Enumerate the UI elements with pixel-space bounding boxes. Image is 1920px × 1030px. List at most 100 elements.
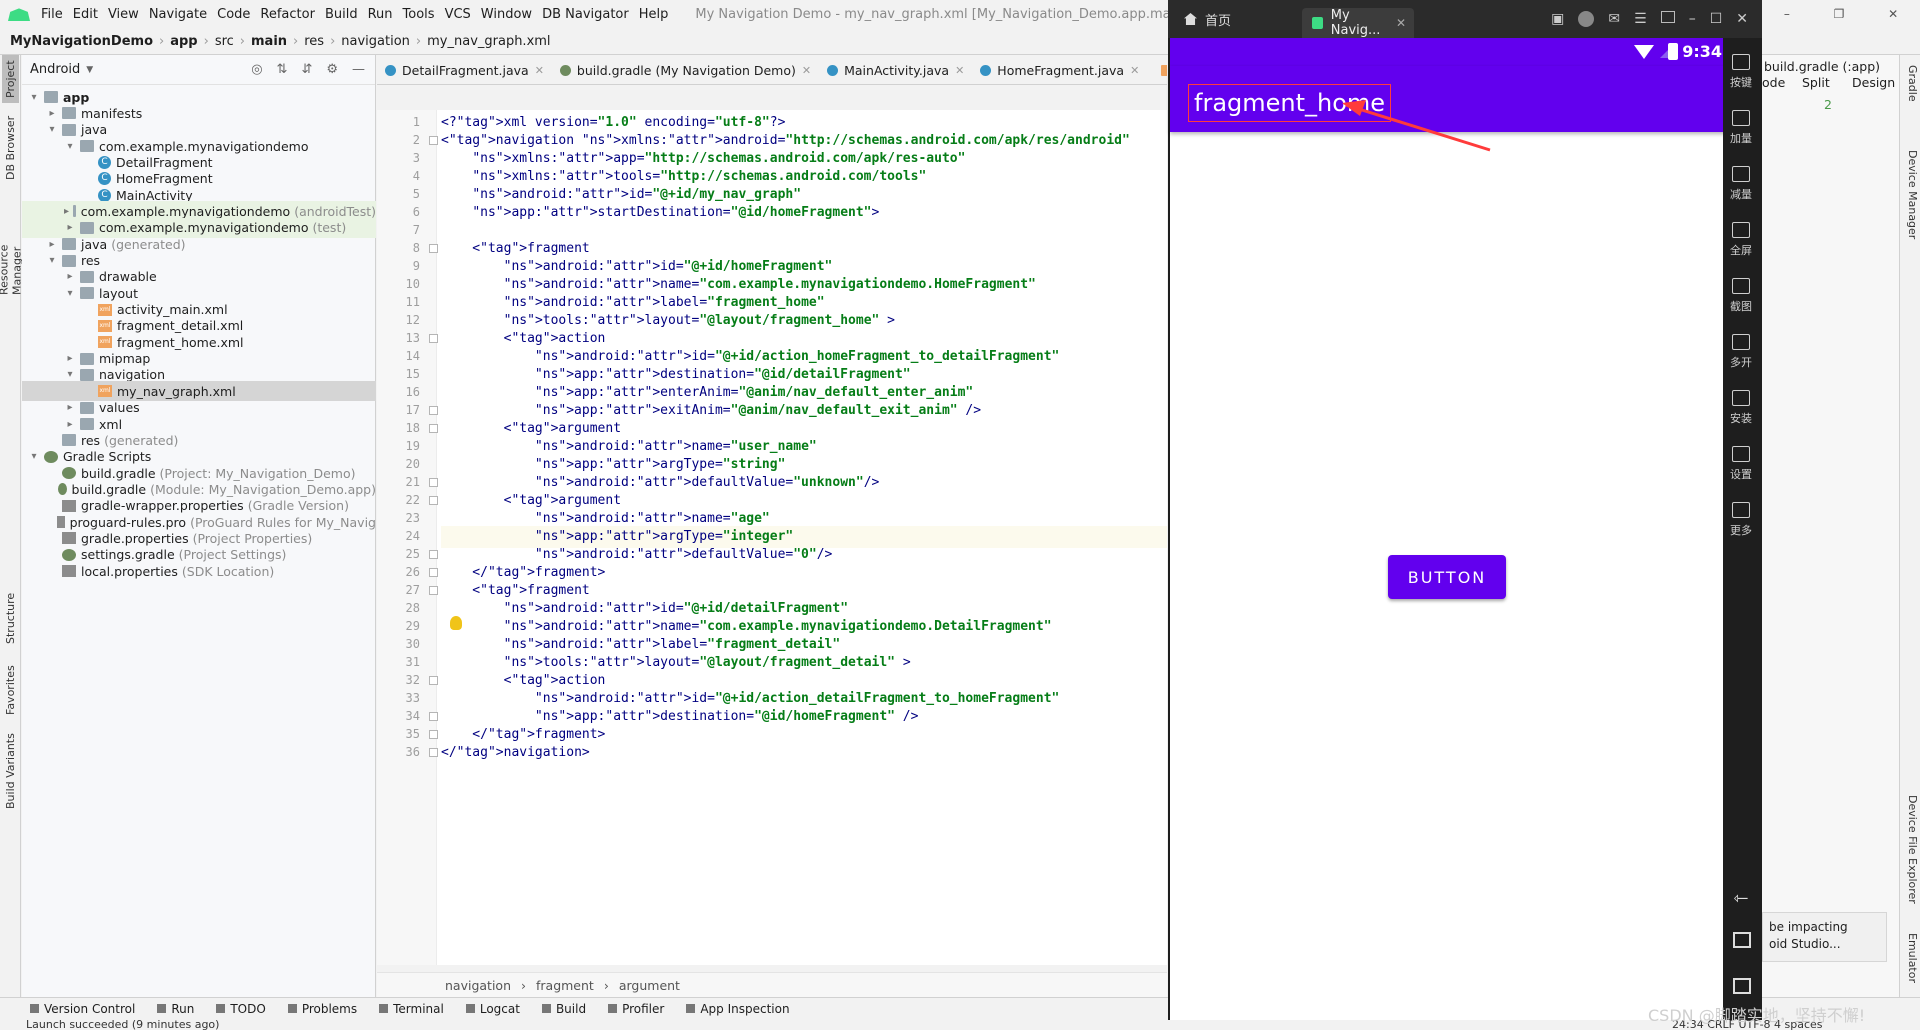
- close-tab-icon[interactable]: ✕: [1130, 64, 1139, 77]
- notification-balloon[interactable]: be impacting oid Studio...: [1762, 912, 1887, 962]
- chevron-down-icon[interactable]: ▾: [64, 369, 76, 380]
- chevron-down-icon[interactable]: ▾: [64, 288, 76, 299]
- chevron-down-icon[interactable]: ▼: [86, 65, 93, 75]
- resource-manager-tool-tab[interactable]: Resource Manager: [0, 195, 24, 295]
- design-view-button[interactable]: Design: [1852, 75, 1895, 90]
- chevron-down-icon[interactable]: ▾: [46, 124, 58, 135]
- emulator-tool[interactable]: 全屏: [1723, 222, 1759, 258]
- editor-breadcrumb-item[interactable]: navigation: [445, 978, 511, 993]
- emulator-tool[interactable]: 安装: [1723, 390, 1759, 426]
- chevron-down-icon[interactable]: ▾: [64, 141, 76, 152]
- recent-apps-icon[interactable]: [1733, 978, 1751, 994]
- editor-tab[interactable]: HomeFragment.java ✕: [972, 55, 1147, 84]
- tool-window-profiler[interactable]: Profiler: [608, 1002, 664, 1016]
- code-line[interactable]: </"tag">navigation>: [441, 742, 590, 764]
- device-manager-tool-tab[interactable]: Device Manager: [1902, 150, 1919, 239]
- home-tab[interactable]: 首页: [1172, 4, 1302, 34]
- editor-tab[interactable]: DetailFragment.java ✕: [377, 55, 552, 84]
- emulator-tool-tab[interactable]: Emulator: [1902, 933, 1919, 983]
- menu-item-window[interactable]: Window: [476, 7, 537, 22]
- tool-window-logcat[interactable]: Logcat: [465, 1002, 520, 1016]
- emulator-tool[interactable]: 多开: [1723, 334, 1759, 370]
- close-tab-icon[interactable]: ✕: [802, 64, 811, 77]
- tool-window-terminal[interactable]: Terminal: [379, 1002, 444, 1016]
- fold-marker-icon[interactable]: [429, 712, 438, 721]
- fold-marker-icon[interactable]: [429, 424, 438, 433]
- fold-marker-icon[interactable]: [429, 406, 438, 415]
- button[interactable]: BUTTON: [1388, 555, 1506, 599]
- split-view-button[interactable]: Split: [1802, 75, 1830, 90]
- emulator-tool[interactable]: 更多: [1723, 502, 1759, 538]
- expand-all-icon[interactable]: ⇅: [277, 62, 288, 77]
- close-icon[interactable]: ✕: [1736, 11, 1748, 27]
- collapse-all-icon[interactable]: ⇵: [301, 62, 312, 77]
- close-tab-icon[interactable]: ✕: [1396, 16, 1406, 30]
- gradle-tool-tab[interactable]: Gradle: [1902, 65, 1919, 102]
- menu-item-tools[interactable]: Tools: [398, 7, 440, 22]
- breadcrumb-item[interactable]: app: [170, 34, 197, 49]
- chevron-right-icon[interactable]: ▸: [46, 239, 58, 250]
- home-nav-icon[interactable]: [1733, 932, 1751, 948]
- chevron-down-icon[interactable]: ▾: [46, 255, 58, 266]
- emulator-tool[interactable]: 截图: [1723, 278, 1759, 314]
- fold-marker-icon[interactable]: [429, 676, 438, 685]
- chevron-down-icon[interactable]: ▾: [28, 451, 40, 462]
- fold-marker-icon[interactable]: [429, 496, 438, 505]
- fold-marker-icon[interactable]: [429, 568, 438, 577]
- fold-marker-icon[interactable]: [429, 748, 438, 757]
- menu-item-navigate[interactable]: Navigate: [144, 7, 212, 22]
- menu-item-refactor[interactable]: Refactor: [255, 7, 320, 22]
- minimize-icon[interactable]: –: [1689, 11, 1696, 27]
- chevron-right-icon[interactable]: ▸: [64, 222, 76, 233]
- right-editor-tab[interactable]: build.gradle (:app): [1764, 59, 1880, 74]
- code-view-button[interactable]: ode: [1762, 75, 1785, 90]
- fold-marker-icon[interactable]: [429, 478, 438, 487]
- tree-item[interactable]: local.properties (SDK Location): [22, 561, 376, 581]
- emulator-tool[interactable]: 加量: [1723, 110, 1759, 146]
- tool-window-todo[interactable]: TODO: [216, 1002, 266, 1016]
- locate-icon[interactable]: ◎: [251, 62, 262, 77]
- project-tool-tab[interactable]: Project: [2, 55, 19, 103]
- fold-marker-icon[interactable]: [429, 586, 438, 595]
- emulator-tool[interactable]: 按键: [1723, 54, 1759, 90]
- fold-marker-icon[interactable]: [429, 334, 438, 343]
- chevron-right-icon[interactable]: ▸: [64, 353, 76, 364]
- minimize-icon[interactable]: –: [1784, 7, 1790, 21]
- tool-window-run[interactable]: Run: [157, 1002, 194, 1016]
- structure-tool-tab[interactable]: Structure: [2, 587, 19, 649]
- close-tab-icon[interactable]: ✕: [955, 64, 964, 77]
- chevron-right-icon[interactable]: ▸: [64, 419, 76, 430]
- editor-tab[interactable]: build.gradle (My Navigation Demo) ✕: [552, 55, 819, 84]
- editor-breadcrumb-item[interactable]: fragment: [536, 978, 594, 993]
- fold-marker-icon[interactable]: [429, 136, 438, 145]
- breadcrumb-item[interactable]: navigation: [341, 34, 410, 49]
- menu-item-db-navigator[interactable]: DB Navigator: [537, 7, 634, 22]
- code-line[interactable]: "ns">app:"attr">startDestination="@id/ho…: [441, 202, 879, 224]
- chevron-right-icon[interactable]: ▸: [64, 402, 76, 413]
- tool-window-build[interactable]: Build: [541, 1002, 586, 1016]
- chevron-right-icon[interactable]: ▸: [64, 206, 69, 217]
- tool-window-version-control[interactable]: Version Control: [30, 1002, 135, 1016]
- gamepad-icon[interactable]: ▣: [1551, 11, 1564, 27]
- menu-item-edit[interactable]: Edit: [68, 7, 103, 22]
- menu-item-vcs[interactable]: VCS: [440, 7, 476, 22]
- chevron-right-icon[interactable]: ▸: [64, 271, 76, 282]
- emulator-tool[interactable]: 设置: [1723, 446, 1759, 482]
- close-icon[interactable]: ✕: [1888, 7, 1898, 21]
- gear-icon[interactable]: ⚙: [326, 62, 338, 77]
- hide-icon[interactable]: —: [352, 62, 365, 77]
- build-variants-tool-tab[interactable]: Build Variants: [2, 731, 19, 811]
- fold-marker-icon[interactable]: [429, 550, 438, 559]
- menu-item-view[interactable]: View: [103, 7, 144, 22]
- fold-marker-icon[interactable]: [429, 730, 438, 739]
- menu-item-run[interactable]: Run: [363, 7, 398, 22]
- menu-item-build[interactable]: Build: [320, 7, 363, 22]
- favorites-tool-tab[interactable]: Favorites: [2, 659, 19, 721]
- app-tab[interactable]: My Navig... ✕: [1302, 8, 1414, 38]
- close-tab-icon[interactable]: ✕: [535, 64, 544, 77]
- screen-icon[interactable]: [1660, 11, 1675, 23]
- tool-window-problems[interactable]: Problems: [287, 1002, 357, 1016]
- breadcrumb-item[interactable]: my_nav_graph.xml: [427, 34, 550, 49]
- breadcrumb-item[interactable]: src: [215, 34, 234, 49]
- restore-icon[interactable]: ❐: [1834, 7, 1845, 21]
